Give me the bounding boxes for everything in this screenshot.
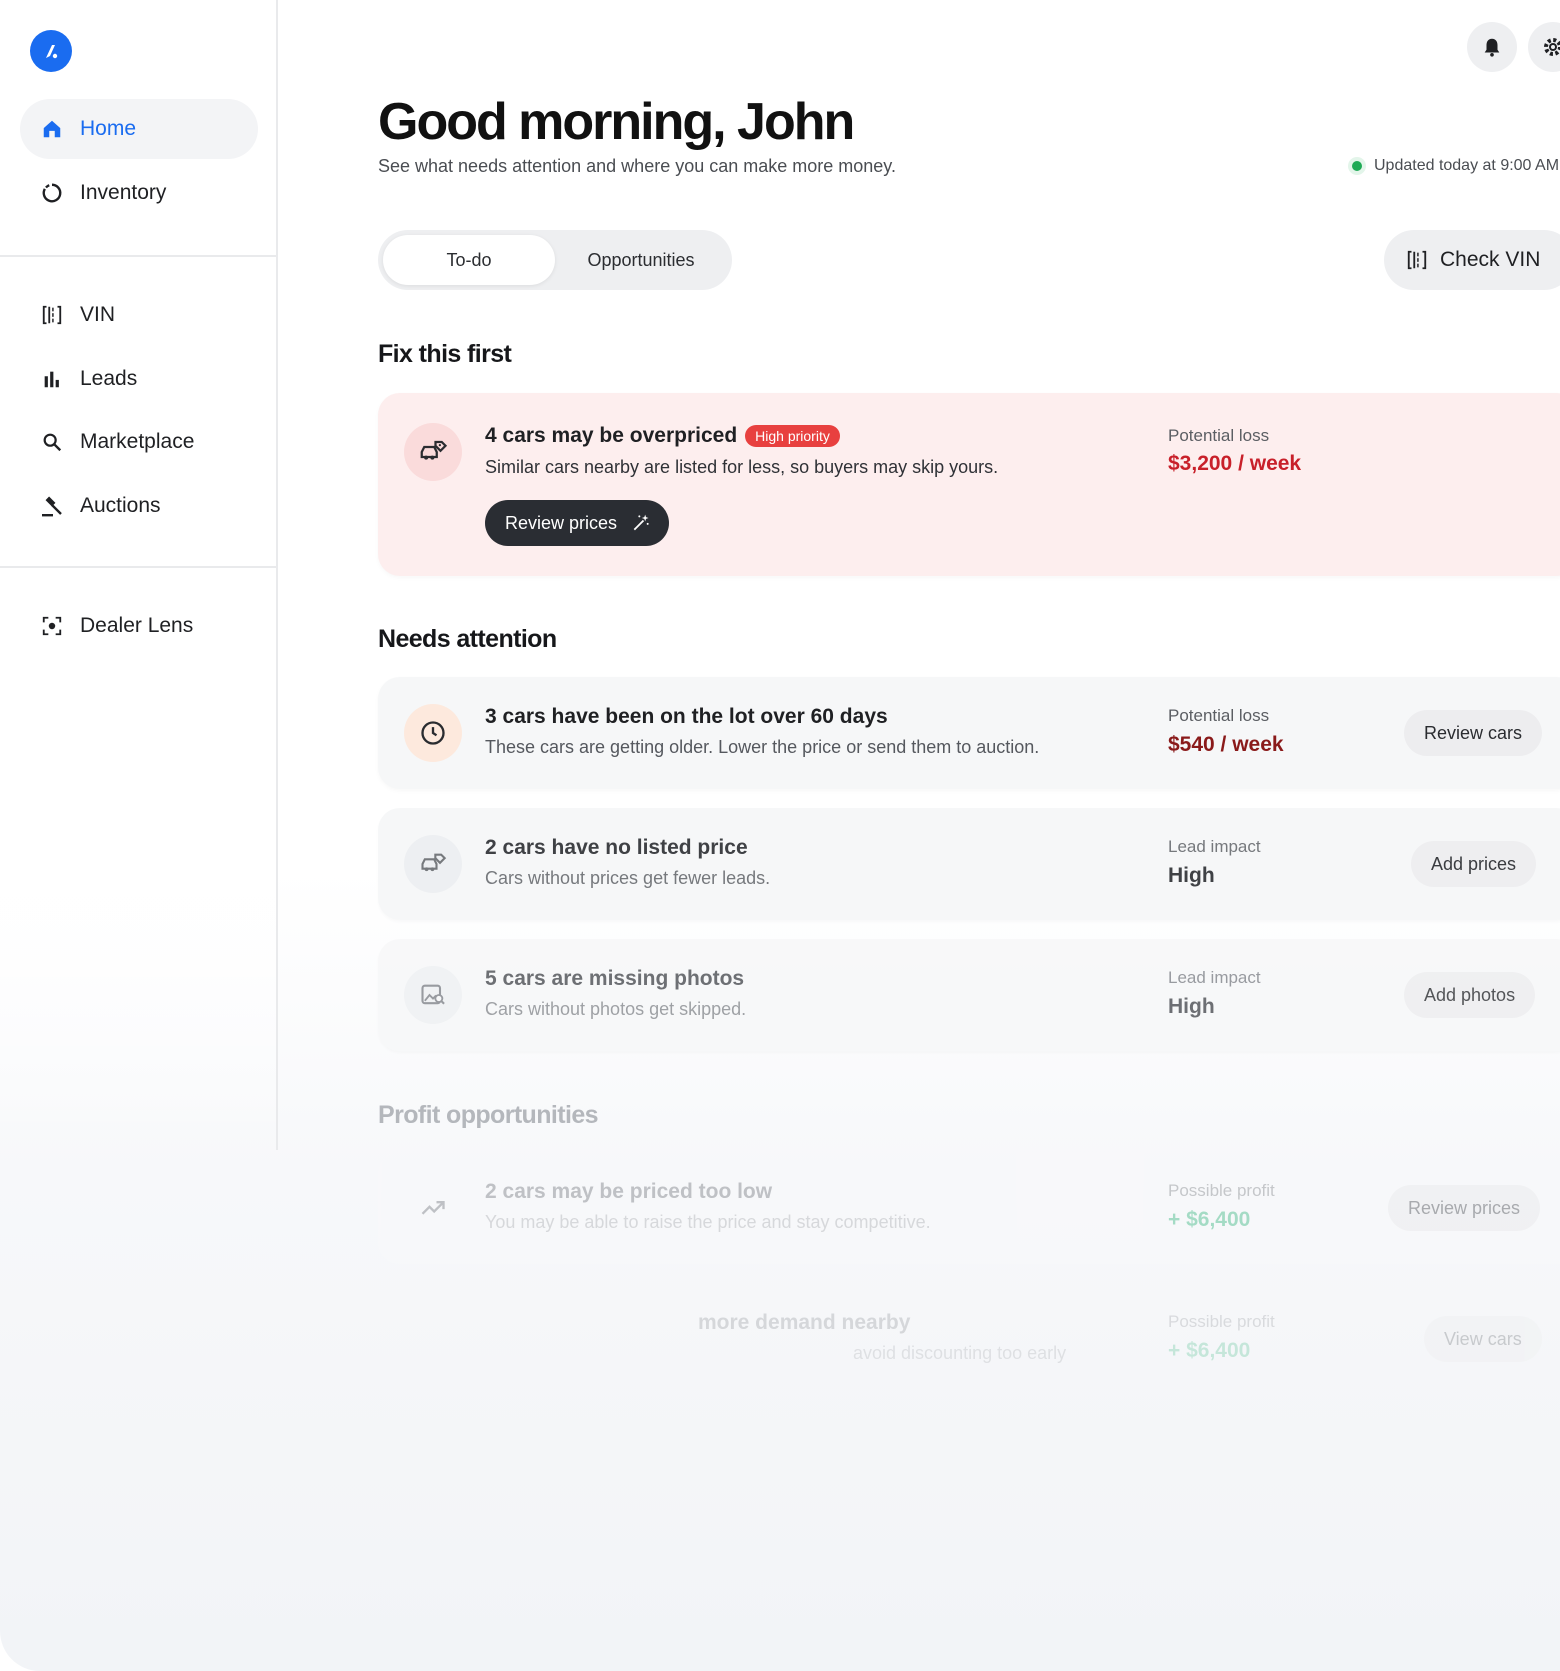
metric-label: Potential loss [1168, 706, 1270, 725]
no-price-icon-wrap [404, 835, 462, 893]
card-desc: Cars without prices get fewer leads. [485, 868, 771, 888]
sidebar-item-auctions[interactable]: Auctions [20, 476, 258, 536]
sidebar-item-label: Home [80, 117, 137, 140]
sidebar-item-home[interactable]: Home [20, 99, 258, 159]
page-subtitle: See what needs attention and where you c… [378, 156, 896, 176]
sidebar-item-marketplace[interactable]: Marketplace [20, 412, 258, 472]
priority-badge: High priority [745, 425, 840, 447]
attention-card-no-price: 2 cars have no listed price Cars without… [378, 808, 1560, 920]
card-desc: These cars are getting older. Lower the … [485, 737, 1040, 757]
car-tag-icon [420, 440, 448, 460]
aging-icon-wrap [404, 704, 462, 762]
sidebar-item-label: Dealer Lens [80, 614, 194, 637]
metric-label: Lead impact [1168, 837, 1261, 856]
sidebar-divider [0, 566, 278, 568]
search-icon [40, 430, 64, 454]
check-vin-label: Check VIN [1440, 248, 1541, 271]
section-title-needs-attention: Needs attention [378, 625, 557, 653]
metric-value: High [1168, 864, 1215, 887]
section-title-fix-first: Fix this first [378, 340, 512, 368]
settings-button[interactable] [1528, 22, 1560, 72]
card-desc: avoid discounting too early [853, 1343, 1067, 1363]
add-photos-button[interactable]: Add photos [1404, 972, 1536, 1018]
sidebar-item-label: Auctions [80, 494, 161, 517]
car-tag-icon [421, 853, 447, 872]
app-logo[interactable] [30, 30, 72, 72]
tab-opportunities[interactable]: Opportunities [555, 235, 727, 285]
priority-card: 4 cars may be overpriced High priority S… [378, 393, 1560, 576]
profit-card-underpriced: 2 cars may be priced too low You may be … [378, 1152, 1560, 1264]
sidebar-item-label: Inventory [80, 181, 167, 204]
metric-value: High [1168, 995, 1215, 1018]
sidebar-divider [0, 255, 278, 257]
review-prices-button[interactable]: Review prices [485, 500, 669, 546]
potential-loss-value: $3,200 / week [1168, 452, 1302, 475]
priority-card-desc: Similar cars nearby are listed for less,… [485, 457, 999, 477]
card-title: 3 cars have been on the lot over 60 days [485, 705, 888, 728]
logo-icon [46, 45, 58, 59]
sidebar-item-vin[interactable]: VIN [20, 285, 258, 345]
bell-icon [1484, 38, 1500, 57]
magic-wand-icon [631, 513, 651, 533]
vin-scan-icon [40, 303, 64, 327]
update-status: Updated today at 9:00 AM [1352, 157, 1559, 175]
card-title: 2 cars may be priced too low [485, 1180, 773, 1203]
metric-value: + $6,400 [1168, 1339, 1251, 1362]
section-title-profit: Profit opportunities [378, 1101, 599, 1129]
home-icon [40, 117, 64, 141]
overpriced-icon-wrap [404, 423, 462, 481]
status-dot-icon [1352, 161, 1362, 171]
trend-up-icon [421, 1201, 445, 1215]
metric-value: $540 / week [1168, 733, 1284, 756]
sidebar-item-inventory[interactable]: Inventory [20, 163, 258, 223]
priority-card-title: 4 cars may be overpriced High priority [485, 424, 840, 448]
potential-loss-label: Potential loss [1168, 426, 1270, 445]
review-cars-button[interactable]: Review cars [1404, 710, 1543, 756]
sidebar: Home Inventory VIN Leads Marketplace Auc… [0, 0, 278, 1150]
view-cars-button[interactable]: View cars [1424, 1316, 1542, 1362]
photos-icon-wrap [404, 966, 462, 1024]
sidebar-item-label: VIN [80, 303, 116, 326]
trend-icon-wrap [404, 1179, 462, 1237]
card-desc: You may be able to raise the price and s… [485, 1212, 931, 1232]
app-frame: Home Inventory VIN Leads Marketplace Auc… [0, 0, 1560, 1671]
tab-todo[interactable]: To-do [383, 235, 555, 285]
card-title: more demand nearby [698, 1311, 911, 1334]
photo-search-icon [421, 984, 445, 1005]
sidebar-item-dealer-lens[interactable]: Dealer Lens [20, 596, 258, 656]
lens-icon [40, 614, 64, 638]
clock-icon [421, 721, 445, 745]
metric-label: Lead impact [1168, 968, 1261, 987]
gear-icon [1544, 38, 1560, 56]
card-desc: Cars without photos get skipped. [485, 999, 747, 1019]
review-prices-button[interactable]: Review prices [1388, 1185, 1541, 1231]
page-title: Good morning, John [378, 93, 855, 151]
metric-label: Possible profit [1168, 1181, 1275, 1200]
gavel-icon [40, 494, 64, 518]
metric-label: Possible profit [1168, 1312, 1275, 1331]
attention-card-photos: 5 cars are missing photos Cars without p… [378, 939, 1560, 1051]
check-vin-button[interactable]: Check VIN [1384, 230, 1560, 290]
attention-card-aging: 3 cars have been on the lot over 60 days… [378, 677, 1560, 789]
notifications-button[interactable] [1467, 22, 1517, 72]
card-title-text: 4 cars may be overpriced [485, 424, 738, 447]
profit-card-demand: more demand nearby avoid discounting too… [378, 1283, 1560, 1395]
vin-scan-icon [1406, 248, 1428, 272]
bar-chart-icon [40, 367, 64, 391]
update-status-text: Updated today at 9:00 AM [1374, 157, 1560, 174]
review-prices-label: Review prices [505, 512, 618, 533]
view-tabs: To-do Opportunities [378, 230, 732, 290]
inventory-icon [40, 181, 64, 205]
sidebar-item-label: Marketplace [80, 430, 195, 453]
add-prices-button[interactable]: Add prices [1411, 841, 1537, 887]
sidebar-item-leads[interactable]: Leads [20, 349, 258, 409]
metric-value: + $6,400 [1168, 1208, 1251, 1231]
sidebar-item-label: Leads [80, 367, 138, 390]
card-title: 5 cars are missing photos [485, 967, 745, 990]
card-title: 2 cars have no listed price [485, 836, 748, 859]
